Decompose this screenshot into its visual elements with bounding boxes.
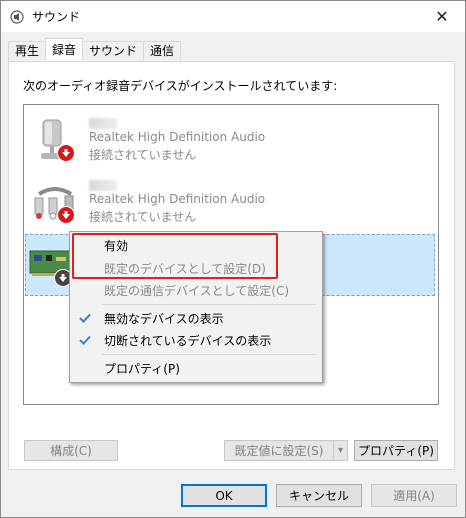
speaker-icon (9, 9, 25, 25)
menu-separator (102, 354, 316, 355)
blurred-label (89, 180, 117, 191)
set-default-button[interactable]: 既定値に設定(S) (224, 440, 334, 461)
close-button[interactable]: ✕ (419, 1, 465, 32)
tab-recording[interactable]: 録音 (45, 38, 84, 61)
properties-button[interactable]: プロパティ(P) (354, 440, 438, 461)
menu-item-properties[interactable]: プロパティ(P) (70, 357, 320, 379)
apply-button[interactable]: 適用(A) (371, 484, 457, 507)
set-default-dropdown[interactable]: ▾ (333, 440, 348, 461)
menu-item-set-default-comm-device[interactable]: 既定の通信デバイスとして設定(C) (70, 279, 320, 301)
device-status: 接続されていません (89, 210, 197, 224)
window-title: サウンド (32, 10, 81, 24)
disabled-down-arrow-icon (57, 206, 75, 224)
blurred-label (89, 118, 117, 129)
tab-sounds[interactable]: サウンド (82, 41, 145, 61)
cancel-button[interactable]: キャンセル (276, 484, 362, 507)
intro-text: 次のオーディオ録音デバイスがインストールされています: (23, 79, 338, 93)
menu-item-show-disabled-devices[interactable]: 無効なデバイスの表示 (70, 307, 320, 329)
configure-button[interactable]: 構成(C) (24, 440, 118, 461)
device-name: Realtek High Definition Audio (89, 192, 266, 206)
ok-button[interactable]: OK (181, 484, 267, 507)
tab-communications[interactable]: 通信 (143, 41, 182, 61)
device-status: 接続されていません (89, 148, 197, 162)
checkmark-icon (70, 307, 100, 329)
disabled-down-arrow-icon (57, 144, 75, 162)
title-bar: サウンド ✕ (1, 1, 465, 32)
tab-bar: 再生 録音 サウンド 通信 (8, 38, 182, 61)
red-annotation-box (72, 233, 278, 279)
menu-item-show-disconnected-devices[interactable]: 切断されているデバイスの表示 (70, 329, 320, 351)
menu-separator (102, 304, 316, 305)
device-name: Realtek High Definition Audio (89, 130, 266, 144)
chevron-down-icon: ▾ (337, 445, 344, 456)
device-item[interactable]: Realtek High Definition Audio 接続されていません (25, 110, 435, 172)
device-item[interactable]: Realtek High Definition Audio 接続されていません (25, 172, 435, 234)
sound-dialog: サウンド ✕ 再生 録音 サウンド 通信 次のオーディオ録音デバイスがインストー… (0, 0, 466, 518)
checkmark-icon (70, 329, 100, 351)
tab-playback[interactable]: 再生 (8, 41, 47, 61)
